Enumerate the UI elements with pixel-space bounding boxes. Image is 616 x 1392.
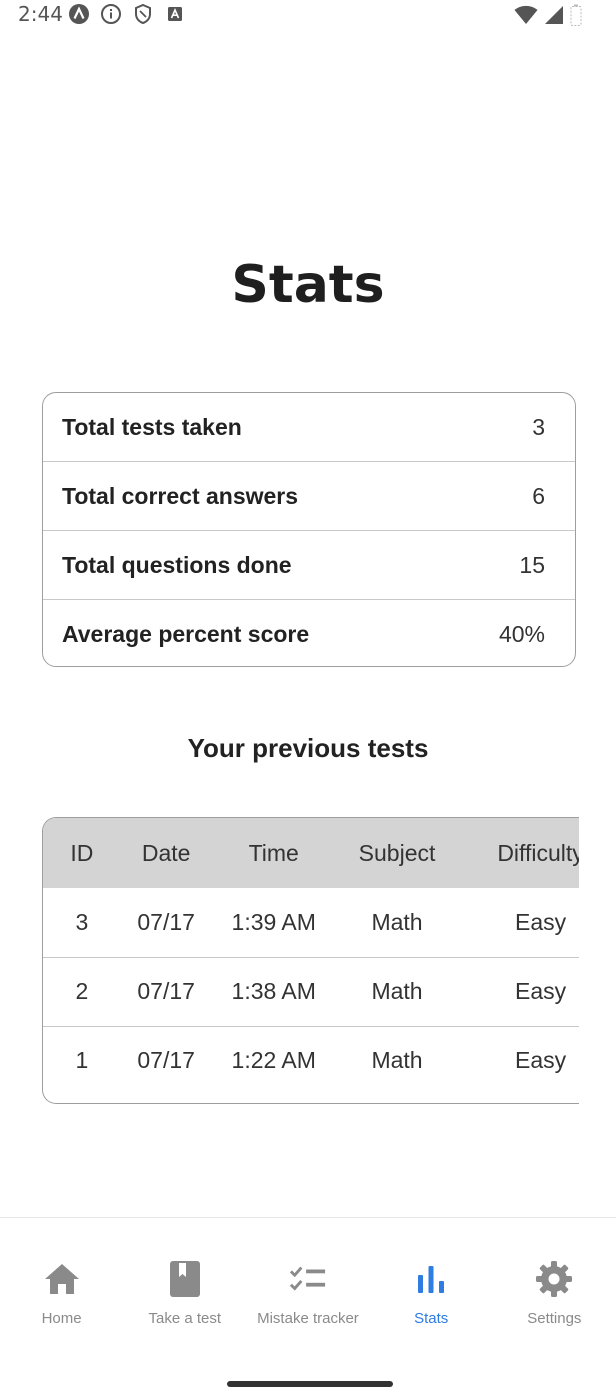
summary-label: Total questions done [62,551,292,578]
cell-subject: Math [371,1047,423,1074]
bottom-nav: Home Take a test Mistake tracker Stats S… [0,1217,616,1348]
cell-difficulty: Easy [514,978,567,1004]
summary-value: 6 [532,482,545,509]
home-icon [43,1260,81,1298]
nav-label: Home [41,1310,82,1327]
summary-row-correct-answers: Total correct answers 6 [43,462,575,531]
column-header-difficulty: Difficulty [497,839,579,866]
cell-date: 07/17 [137,908,195,935]
checklist-icon [289,1260,327,1298]
summary-value: 3 [532,413,545,440]
gear-icon [535,1260,573,1298]
column-header-time: Time [248,839,299,866]
book-icon [166,1260,204,1298]
nav-label: Settings [527,1310,582,1327]
table-row[interactable]: 2 07/17 1:38 AM Math Easy [43,957,579,1026]
nav-label: Stats [414,1310,449,1327]
cell-date: 07/17 [137,1047,195,1074]
column-header-id: ID [70,839,94,866]
previous-tests-title: Your previous tests [187,733,429,763]
info-icon [100,3,122,25]
summary-card: Total tests taken 3 Total correct answer… [42,392,576,667]
cell-id: 1 [75,1047,89,1074]
nav-item-take-a-test[interactable]: Take a test [123,1218,246,1348]
previous-tests-table: ID Date Time Subject Difficulty 3 07/17 … [43,818,579,1095]
status-icons-right [514,4,582,31]
status-icons-left [68,3,186,25]
cell-id: 3 [75,908,89,935]
font-a-icon [164,3,186,25]
summary-label: Total correct answers [62,482,299,509]
table-header-row: ID Date Time Subject Difficulty [43,818,579,888]
column-header-subject: Subject [358,839,436,866]
summary-value: 40% [498,621,545,647]
home-indicator[interactable] [227,1381,393,1387]
cell-signal-icon [544,5,564,30]
nav-label: Mistake tracker [257,1310,359,1327]
status-time: 2:44 [18,2,63,26]
table-row[interactable]: 3 07/17 1:39 AM Math Easy [43,888,579,957]
app-a-icon [68,3,90,25]
cell-difficulty: Easy [514,1047,567,1074]
cell-id: 2 [75,978,89,1004]
summary-label: Total tests taken [62,413,242,440]
summary-row-average-score: Average percent score 40% [43,600,575,666]
table-row[interactable]: 1 07/17 1:22 AM Math Easy [43,1026,579,1095]
wifi-icon [514,5,538,30]
column-header-date: Date [141,839,191,866]
page-title: Stats [231,255,385,315]
nav-item-home[interactable]: Home [0,1218,123,1348]
cell-subject: Math [371,978,423,1004]
nav-item-mistake-tracker[interactable]: Mistake tracker [246,1218,369,1348]
cell-time: 1:39 AM [231,908,316,935]
cell-time: 1:22 AM [231,1047,316,1074]
nav-item-settings[interactable]: Settings [493,1218,616,1348]
summary-row-tests-taken: Total tests taken 3 [43,393,575,462]
summary-label: Average percent score [62,621,310,647]
cell-subject: Math [371,908,423,935]
summary-row-questions-done: Total questions done 15 [43,531,575,600]
nav-item-stats[interactable]: Stats [370,1218,493,1348]
nav-label: Take a test [148,1310,222,1327]
battery-icon [570,4,582,31]
bar-chart-icon [412,1260,450,1298]
cell-time: 1:38 AM [231,978,316,1004]
summary-value: 15 [519,551,545,578]
status-bar: 2:44 [0,0,616,30]
previous-tests-table-scroll[interactable]: ID Date Time Subject Difficulty 3 07/17 … [42,817,579,1104]
shield-icon [132,3,154,25]
cell-difficulty: Easy [514,908,567,935]
cell-date: 07/17 [137,978,195,1004]
